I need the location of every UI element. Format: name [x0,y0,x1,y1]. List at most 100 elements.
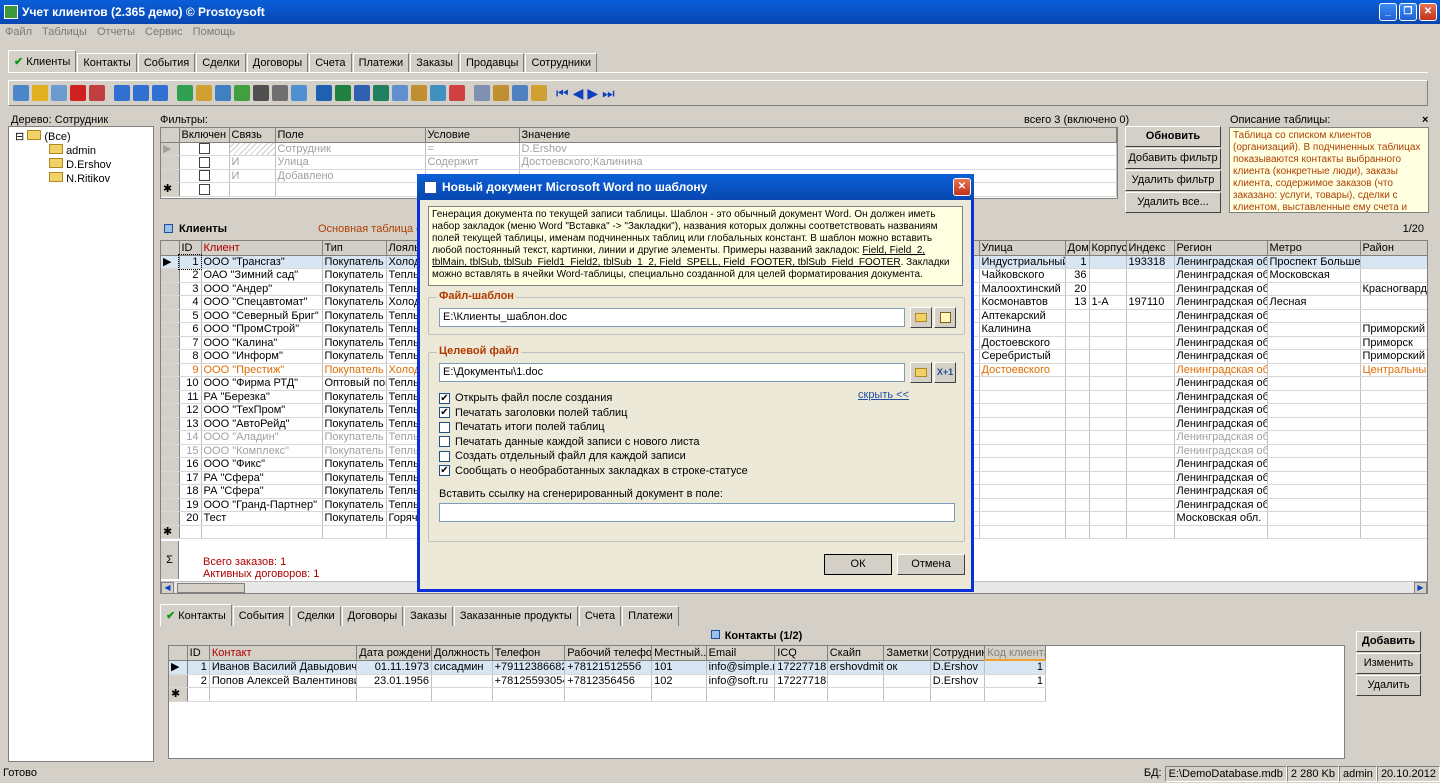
sync-icon[interactable] [430,85,446,101]
col-work-phone[interactable]: Рабочий телефон [564,646,653,661]
filter-icon[interactable] [114,85,130,101]
next-record-icon[interactable]: ▶ [587,85,598,102]
delete-icon[interactable] [70,85,86,101]
checkbox[interactable] [439,450,450,462]
col-phone[interactable]: Телефон [492,646,566,661]
option-separate-file[interactable]: Создать отдельный файл для каждой записи [439,449,748,464]
checkbox[interactable]: ✔ [439,407,450,419]
checkbox[interactable] [439,436,450,448]
col-type[interactable]: Тип [322,241,387,256]
refresh-icon[interactable] [177,85,193,101]
subtab-contacts[interactable]: ✔ Контакты [160,604,232,626]
delete-filter-button[interactable]: Удалить фильтр [1125,170,1221,191]
preview-icon[interactable] [291,85,307,101]
sort-icon[interactable] [474,85,490,101]
col-position[interactable]: Должность [431,646,493,661]
delete-all-icon[interactable] [89,85,105,101]
maximize-button[interactable]: ❐ [1399,3,1417,21]
ok-button[interactable]: ОК [824,554,892,575]
subtab-ordered-products[interactable]: Заказанные продукты [453,606,578,626]
option-print-totals[interactable]: Печатать итоги полей таблиц [439,420,748,435]
binoculars-icon[interactable] [253,85,269,101]
tab-orders[interactable]: Заказы [410,53,459,73]
scroll-left-icon[interactable]: ◀ [161,582,174,593]
filter-remove-icon[interactable] [152,85,168,101]
delete-all-filters-button[interactable]: Удалить все... [1125,192,1221,213]
col-house[interactable]: Дом [1065,241,1090,256]
sql-icon[interactable] [234,85,250,101]
col-district[interactable]: Район [1360,241,1427,256]
close-icon[interactable]: × [1422,114,1428,126]
col-icq[interactable]: ICQ [774,646,828,661]
tab-events[interactable]: События [137,53,196,73]
edit-contact-button[interactable]: Изменить [1356,653,1421,674]
new-record-icon[interactable] [13,85,29,101]
tab-payments[interactable]: Платежи [352,53,410,73]
col-index[interactable]: Индекс [1126,241,1175,256]
refresh-button[interactable]: Обновить [1125,126,1221,147]
scroll-right-icon[interactable]: ▶ [1414,582,1427,593]
table-row[interactable]: 2 Попов Алексей Валентинович 23.01.1956 +78… [169,674,1046,688]
col-building[interactable]: Корпус [1089,241,1127,256]
col-contact-id[interactable]: ID [187,646,210,661]
menu-file[interactable]: Файл [5,24,32,40]
filter-add-icon[interactable] [133,85,149,101]
print-icon[interactable] [272,85,288,101]
tab-invoices[interactable]: Счета [309,53,352,73]
filter-enabled-checkbox[interactable] [198,143,210,155]
excel-icon[interactable] [335,85,351,101]
col-skype[interactable]: Скайп [827,646,885,661]
table-row[interactable]: ▶ 1 Иванов Василий Давыдович 01.11.1973 сиса… [169,660,1046,675]
option-print-headers[interactable]: ✔ Печатать заголовки полей таблиц [439,406,748,421]
col-birthdate[interactable]: Дата рождения [356,646,433,661]
col-contact[interactable]: Контакт [209,646,358,661]
import-icon[interactable] [373,85,389,101]
option-open-file[interactable]: ✔ Открыть файл после создания [439,391,748,406]
col-region[interactable]: Регион [1174,241,1268,256]
subtab-invoices[interactable]: Счета [578,606,622,626]
subtab-deals[interactable]: Сделки [291,606,341,626]
calendar-icon[interactable] [493,85,509,101]
menu-service[interactable]: Сервис [145,24,183,40]
col-client-code[interactable]: Код клиента [984,646,1046,661]
subtab-events[interactable]: События [232,606,291,626]
add-filter-button[interactable]: Добавить фильтр [1125,148,1221,169]
close-button[interactable]: ✕ [1419,3,1437,21]
col-notes[interactable]: Заметки [883,646,931,661]
filter-enabled-checkbox[interactable] [198,170,210,182]
tab-contacts[interactable]: Контакты [77,53,137,73]
filter-enabled-checkbox[interactable] [198,183,210,195]
menu-reports[interactable]: Отчеты [97,24,135,40]
new-row[interactable]: ✱ [169,687,1046,702]
edit-template-icon[interactable] [934,307,956,328]
subtab-payments[interactable]: Платежи [622,606,679,626]
col-id[interactable]: ID [179,241,202,256]
filter-row[interactable]: ▶ Сотрудник = D.Ershov [161,142,1117,156]
tree-node-nritikov[interactable]: N.Ritikov [49,172,110,185]
cancel-button[interactable]: Отмена [897,554,965,575]
add-contact-button[interactable]: Добавить [1356,631,1421,652]
tree-root[interactable]: ⊟ (Все) [15,130,71,143]
option-report-bookmarks[interactable]: ✔ Сообщать о необработанных закладках в с… [439,464,748,479]
chart-icon[interactable] [449,85,465,101]
open-folder-icon[interactable] [910,307,932,328]
delete-contact-button[interactable]: Удалить [1356,675,1421,696]
checkbox[interactable]: ✔ [439,465,450,477]
option-new-sheet[interactable]: Печатать данные каждой записи с нового л… [439,435,748,450]
first-record-icon[interactable]: ⏮ [556,85,569,102]
col-client[interactable]: Клиент [201,241,323,256]
link-field-input[interactable] [439,503,955,522]
col-street[interactable]: Улица [979,241,1066,256]
checkbox[interactable] [439,421,450,433]
checkbox[interactable]: ✔ [439,392,450,404]
subtab-contracts[interactable]: Договоры [341,606,404,626]
col-metro[interactable]: Метро [1267,241,1361,256]
tab-clients[interactable]: ✔ Клиенты [8,50,77,73]
target-file-input[interactable]: E:\Документы\1.doc [439,363,905,382]
col-employee[interactable]: Сотрудник [930,646,986,661]
subtab-orders[interactable]: Заказы [404,606,453,626]
copy-icon[interactable] [51,85,67,101]
export-icon[interactable] [354,85,370,101]
tab-deals[interactable]: Сделки [196,53,246,73]
tab-sellers[interactable]: Продавцы [459,53,525,73]
